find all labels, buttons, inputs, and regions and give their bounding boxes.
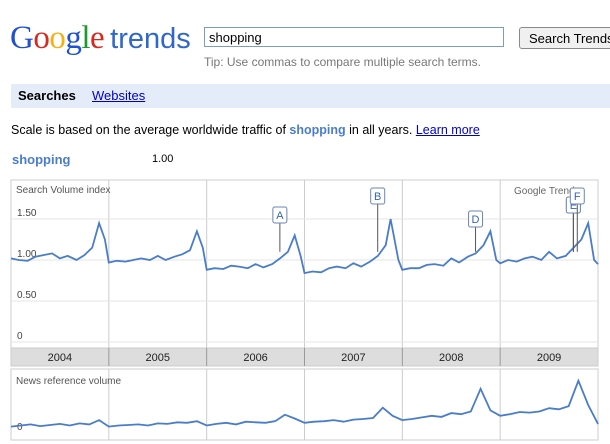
annotation-label-A: A xyxy=(276,210,284,222)
x-tick-label: 2005 xyxy=(146,352,170,364)
trends-chart: 1.501.000.500Search Volume index Google T… xyxy=(10,179,599,441)
y-tick-label: 0 xyxy=(17,331,23,342)
x-tick-label: 2007 xyxy=(341,352,365,364)
annotation-label-F: F xyxy=(574,191,581,203)
news-title: News reference volume xyxy=(16,376,121,387)
y-tick-label: 0.50 xyxy=(17,290,37,301)
x-tick-label: 2004 xyxy=(48,352,72,364)
x-tick-label: 2009 xyxy=(537,352,561,364)
x-tick-label: 2008 xyxy=(439,352,463,364)
annotation-label-D: D xyxy=(472,214,480,226)
news-y-tick-label: 0 xyxy=(17,422,23,433)
y-tick-label: 1.50 xyxy=(17,208,37,219)
annotation-label-B: B xyxy=(374,191,381,203)
chart-watermark: Google Trends xyxy=(514,186,580,197)
x-tick-label: 2006 xyxy=(243,352,267,364)
chart-title: Search Volume index xyxy=(16,185,111,196)
